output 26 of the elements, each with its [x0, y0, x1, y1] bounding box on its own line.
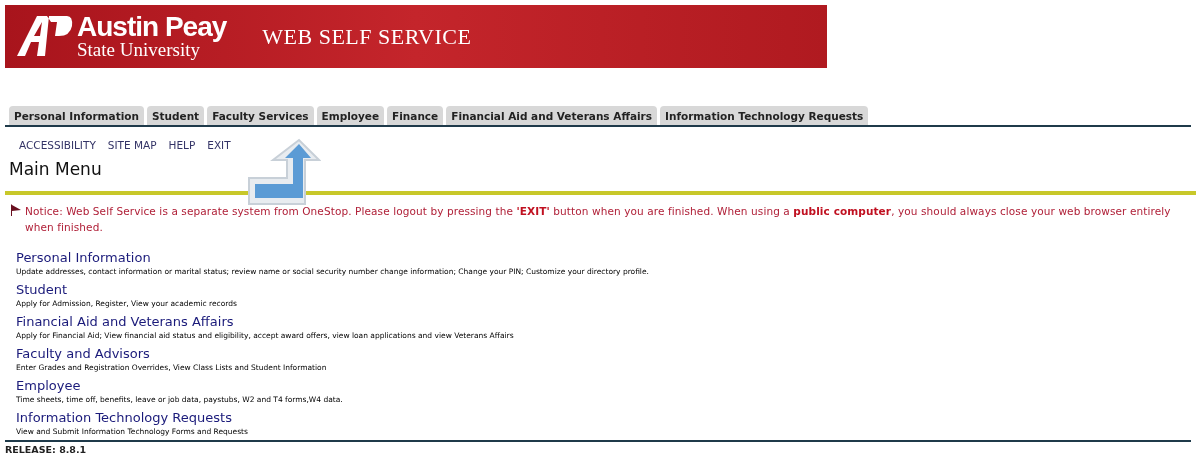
- nav-link[interactable]: HELP: [168, 139, 196, 151]
- nav-tab[interactable]: Employee: [316, 106, 385, 125]
- menu-link[interactable]: Financial Aid and Veterans Affairs: [16, 314, 234, 329]
- nav-link[interactable]: ACCESSIBILITY: [19, 139, 96, 151]
- nav-tab[interactable]: Financial Aid and Veterans Affairs: [446, 106, 658, 125]
- page-title: Main Menu: [9, 159, 103, 179]
- nav-link[interactable]: SITE MAP: [107, 139, 157, 151]
- nav-tab[interactable]: Personal Information: [9, 106, 144, 125]
- release-label: RELEASE: 8.8.1: [5, 444, 88, 455]
- flag-icon: [10, 204, 22, 216]
- logo-icon: [15, 14, 73, 59]
- nav-link[interactable]: EXIT: [207, 139, 231, 151]
- menu-link[interactable]: Employee: [16, 378, 81, 393]
- notice-text: Notice: Web Self Service is a separate system from OneStop. Please logout by pressing the 'EXIT' button when you are finished. When using a public computer, you should always close your web browser entirely when finished.: [25, 204, 1172, 235]
- menu-link[interactable]: Student: [16, 282, 68, 297]
- menu-link[interactable]: Information Technology Requests: [16, 410, 232, 425]
- site-title: WEB SELF SERVICE: [262, 23, 472, 50]
- nav-tab[interactable]: Finance: [387, 106, 444, 125]
- logo-subtitle: State University: [77, 40, 200, 59]
- nav-tab[interactable]: Information Technology Requests: [660, 106, 869, 125]
- nav-tab[interactable]: Student: [146, 106, 205, 125]
- menu-link[interactable]: Personal Information: [16, 250, 151, 265]
- arrow-icon: [247, 138, 321, 206]
- menu-link[interactable]: Faculty and Advisors: [16, 346, 150, 361]
- nav-tab[interactable]: Faculty Services: [207, 106, 314, 125]
- logo-title: Austin Peay: [77, 14, 227, 41]
